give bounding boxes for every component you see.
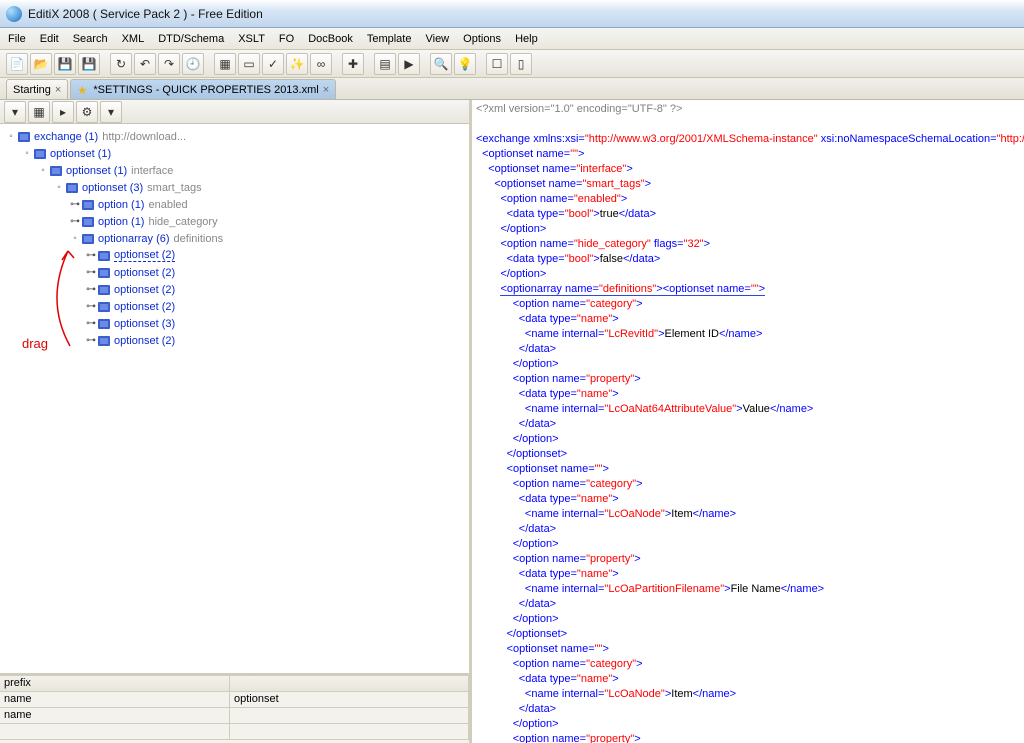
history-icon[interactable]: 🕘 bbox=[182, 53, 204, 75]
menu-template[interactable]: Template bbox=[367, 33, 412, 45]
col-header bbox=[230, 676, 469, 691]
page-icon[interactable]: ▭ bbox=[238, 53, 260, 75]
saveall-icon[interactable]: 💾 bbox=[78, 53, 100, 75]
tree-view[interactable]: ◦exchange (1)http://download... ◦options… bbox=[0, 124, 469, 673]
main-toolbar: 📄 📂 💾 💾 ↻ ↶ ↷ 🕘 ▦ ▭ ✓ ✨ ∞ ✚ ▤ ▶ 🔍 💡 ☐ ▯ bbox=[0, 50, 1024, 78]
attr-value: optionset bbox=[230, 692, 469, 707]
menu-options[interactable]: Options bbox=[463, 33, 501, 45]
attr-value bbox=[230, 708, 469, 723]
tree-config-icon[interactable]: ⚙ bbox=[76, 101, 98, 123]
table-row[interactable] bbox=[0, 724, 469, 740]
link-icon[interactable]: ∞ bbox=[310, 53, 332, 75]
tree-node[interactable]: ◦optionset (1)interface bbox=[2, 162, 467, 179]
menu-fo[interactable]: FO bbox=[279, 33, 294, 45]
tree-node[interactable]: ⊶optionset (3) bbox=[2, 315, 467, 332]
menu-xslt[interactable]: XSLT bbox=[238, 33, 265, 45]
doc-icon[interactable]: ▤ bbox=[374, 53, 396, 75]
tabbar: Starting × ★ *SETTINGS - QUICK PROPERTIE… bbox=[0, 78, 1024, 100]
tree-node[interactable]: ⊶optionset (2) bbox=[2, 298, 467, 315]
wizard-icon[interactable]: ✨ bbox=[286, 53, 308, 75]
validate-icon[interactable]: ✓ bbox=[262, 53, 284, 75]
menu-view[interactable]: View bbox=[425, 33, 449, 45]
grid-icon[interactable]: ▦ bbox=[214, 53, 236, 75]
tree-node[interactable]: ⊶optionset (2) bbox=[2, 247, 467, 264]
split-v-icon[interactable]: ▯ bbox=[510, 53, 532, 75]
new-file-icon[interactable]: 📄 bbox=[6, 53, 28, 75]
open-folder-icon[interactable]: 📂 bbox=[30, 53, 52, 75]
tab-settings[interactable]: ★ *SETTINGS - QUICK PROPERTIES 2013.xml … bbox=[70, 79, 336, 99]
tree-node[interactable]: ⊶option (1)enabled bbox=[2, 196, 467, 213]
element-icon bbox=[98, 251, 110, 261]
col-header: prefix bbox=[0, 676, 230, 691]
workarea: ▾ ▦ ▸ ⚙ ▾ ◦exchange (1)http://download..… bbox=[0, 100, 1024, 743]
titlebar: EditiX 2008 ( Service Pack 2 ) - Free Ed… bbox=[0, 0, 1024, 28]
tab-label: *SETTINGS - QUICK PROPERTIES 2013.xml bbox=[93, 84, 318, 96]
tab-starting[interactable]: Starting × bbox=[6, 79, 68, 99]
attr-name: name bbox=[0, 708, 230, 723]
element-icon bbox=[98, 319, 110, 329]
split-h-icon[interactable]: ☐ bbox=[486, 53, 508, 75]
menu-file[interactable]: File bbox=[8, 33, 26, 45]
attributes-panel: prefix name optionset name bbox=[0, 673, 469, 743]
left-pane: ▾ ▦ ▸ ⚙ ▾ ◦exchange (1)http://download..… bbox=[0, 100, 472, 743]
table-header: prefix bbox=[0, 676, 469, 692]
undo-icon[interactable]: ↶ bbox=[134, 53, 156, 75]
tree-collapse-icon[interactable]: ▾ bbox=[4, 101, 26, 123]
element-icon bbox=[66, 183, 78, 193]
tree-node[interactable]: ◦optionset (3)smart_tags bbox=[2, 179, 467, 196]
element-icon bbox=[18, 132, 30, 142]
find-icon[interactable]: 🔍 bbox=[430, 53, 452, 75]
tree-node[interactable]: ◦optionarray (6)definitions bbox=[2, 230, 467, 247]
menu-edit[interactable]: Edit bbox=[40, 33, 59, 45]
menu-docbook[interactable]: DocBook bbox=[308, 33, 353, 45]
tree-node-icon[interactable]: ▦ bbox=[28, 101, 50, 123]
xml-declaration: <?xml version="1.0" encoding="UTF-8" ?> bbox=[476, 103, 682, 115]
tree-expand-icon[interactable]: ▸ bbox=[52, 101, 74, 123]
refresh-icon[interactable]: ↻ bbox=[110, 53, 132, 75]
table-row[interactable]: name optionset bbox=[0, 692, 469, 708]
table-row[interactable]: name bbox=[0, 708, 469, 724]
element-icon bbox=[82, 200, 94, 210]
menu-help[interactable]: Help bbox=[515, 33, 538, 45]
plus-icon[interactable]: ✚ bbox=[342, 53, 364, 75]
window-title: EditiX 2008 ( Service Pack 2 ) - Free Ed… bbox=[28, 7, 263, 21]
tree-dropdown-icon[interactable]: ▾ bbox=[100, 101, 122, 123]
tree-node[interactable]: ⊶optionset (2) bbox=[2, 332, 467, 349]
element-icon bbox=[98, 285, 110, 295]
tree-node[interactable]: ⊶optionset (2) bbox=[2, 264, 467, 281]
run-icon[interactable]: ▶ bbox=[398, 53, 420, 75]
element-icon bbox=[98, 336, 110, 346]
menu-search[interactable]: Search bbox=[73, 33, 108, 45]
save-icon[interactable]: 💾 bbox=[54, 53, 76, 75]
menu-xml[interactable]: XML bbox=[122, 33, 145, 45]
left-toolbar: ▾ ▦ ▸ ⚙ ▾ bbox=[0, 100, 469, 124]
redo-icon[interactable]: ↷ bbox=[158, 53, 180, 75]
close-icon[interactable]: × bbox=[323, 84, 329, 96]
element-icon bbox=[98, 268, 110, 278]
element-icon bbox=[34, 149, 46, 159]
tree-node[interactable]: ⊶optionset (2) bbox=[2, 281, 467, 298]
star-icon: ★ bbox=[77, 84, 89, 96]
tree-node[interactable]: ⊶option (1)hide_category bbox=[2, 213, 467, 230]
tree-node[interactable]: ◦optionset (1) bbox=[2, 145, 467, 162]
menu-dtd[interactable]: DTD/Schema bbox=[158, 33, 224, 45]
element-icon bbox=[50, 166, 62, 176]
menubar: File Edit Search XML DTD/Schema XSLT FO … bbox=[0, 28, 1024, 50]
tree-node[interactable]: ◦exchange (1)http://download... bbox=[2, 128, 467, 145]
bulb-icon[interactable]: 💡 bbox=[454, 53, 476, 75]
app-icon bbox=[6, 6, 22, 22]
close-icon[interactable]: × bbox=[55, 84, 61, 96]
element-icon bbox=[82, 217, 94, 227]
source-editor[interactable]: <?xml version="1.0" encoding="UTF-8" ?> … bbox=[472, 100, 1024, 743]
element-icon bbox=[82, 234, 94, 244]
element-icon bbox=[98, 302, 110, 312]
attr-name: name bbox=[0, 692, 230, 707]
tab-label: Starting bbox=[13, 84, 51, 96]
